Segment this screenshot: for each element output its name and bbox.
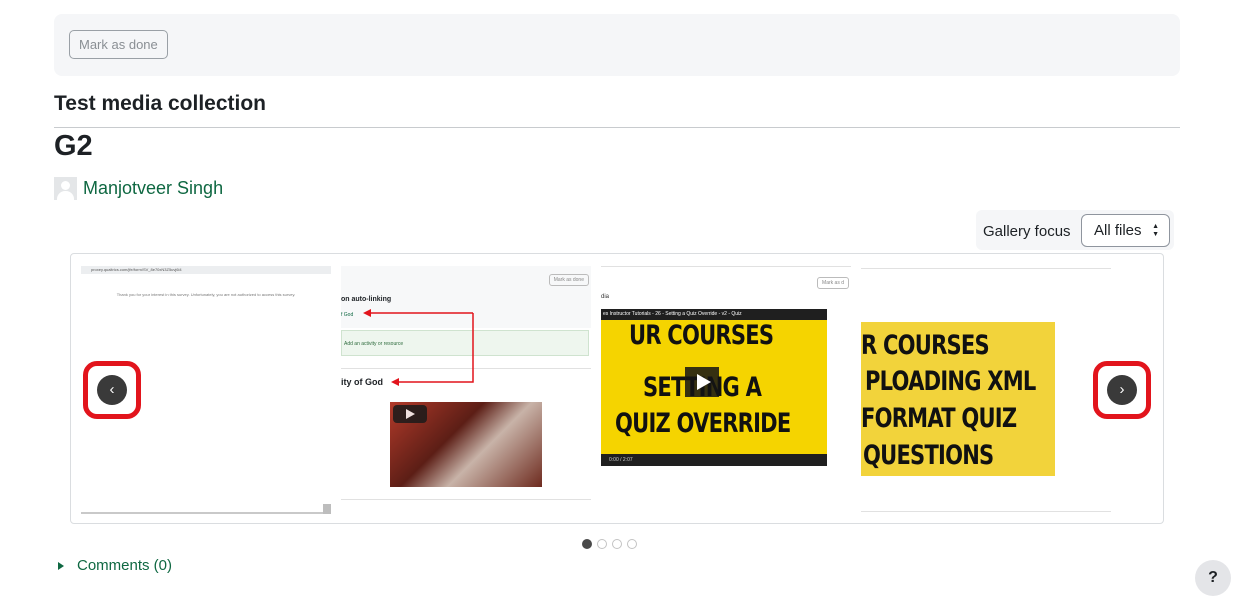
slide-message: Thank you for your interest in this surv… [116,292,296,297]
comments-label: Comments (0) [77,557,173,574]
mark-as-done-button[interactable]: Mark as done [69,30,168,59]
video-text-line: QUIZ OVERRIDE [615,408,791,439]
gallery-focus-bar: Gallery focus All files ▲ ▼ [976,210,1174,250]
collection-title: Test media collection [54,92,266,115]
carousel-pagination [582,539,637,549]
gallery-focus-label: Gallery focus [983,223,1071,240]
slide-divider [861,511,1111,512]
slide-url-bar: proxey.qualtrics.com/jfe/form/SV_8e70xN3… [81,266,331,274]
carousel-page-dot[interactable] [627,539,637,549]
video-title-bar: es Instructor Tutorials - 26 - Setting a… [601,309,827,320]
play-icon [393,405,427,423]
video-controls[interactable]: 0:00 / 2:07 [601,454,827,466]
slide-mark-done-button: Mark as d [817,277,849,289]
red-arrow-annotation-icon [363,309,474,386]
carousel-page-dot[interactable] [582,539,592,549]
carousel-slide-2[interactable]: Mark as done on auto-linking f God Add a… [341,266,591,516]
slide-divider [861,268,1111,269]
slide-divider [341,499,591,500]
help-button[interactable]: ? [1195,560,1231,596]
carousel-slide-3[interactable]: Mark as d dia es Instructor Tutorials - … [601,266,851,516]
avatar[interactable] [54,176,77,200]
poster-text-line: PLOADING XML [865,366,1036,397]
author-name-link[interactable]: Manjotveer Singh [83,178,223,199]
page-title: G2 [54,130,93,162]
media-carousel: proxey.qualtrics.com/jfe/form/SV_8e70xN3… [70,253,1164,524]
chevron-right-icon: › [1107,375,1137,405]
poster-text-line: QUESTIONS [863,440,994,471]
comments-toggle[interactable]: Comments (0) [58,557,172,574]
slide-topbar: Mark as d [601,266,851,297]
divider [54,127,1180,128]
poster-text-line: R COURSES [861,330,990,361]
carousel-slide-4[interactable]: R COURSES PLOADING XML FORMAT QUIZ QUEST… [861,266,1111,516]
completion-card: Mark as done [54,14,1180,76]
slide-label: dia [601,294,610,300]
caret-right-icon [58,561,64,570]
author: Manjotveer Singh [54,176,223,200]
play-icon[interactable] [685,367,719,397]
sort-caret-icon: ▲ ▼ [1152,223,1159,238]
slide-video-thumbnail [390,402,542,487]
video-text-line: UR COURSES [629,320,774,351]
slide-scroll-thumb [323,504,331,514]
youtube-video-player[interactable]: es Instructor Tutorials - 26 - Setting a… [601,309,827,466]
slide-poster-image: R COURSES PLOADING XML FORMAT QUIZ QUEST… [861,322,1055,476]
poster-text-line: FORMAT QUIZ [861,403,1017,434]
carousel-page-dot[interactable] [597,539,607,549]
carousel-prev-button[interactable]: ‹ [83,361,141,419]
slide-scrollbar [81,512,331,514]
carousel-page-dot[interactable] [612,539,622,549]
gallery-focus-select[interactable]: All files ▲ ▼ [1081,214,1170,247]
carousel-next-button[interactable]: › [1093,361,1151,419]
chevron-left-icon: ‹ [97,375,127,405]
gallery-focus-selected: All files [1094,222,1142,239]
